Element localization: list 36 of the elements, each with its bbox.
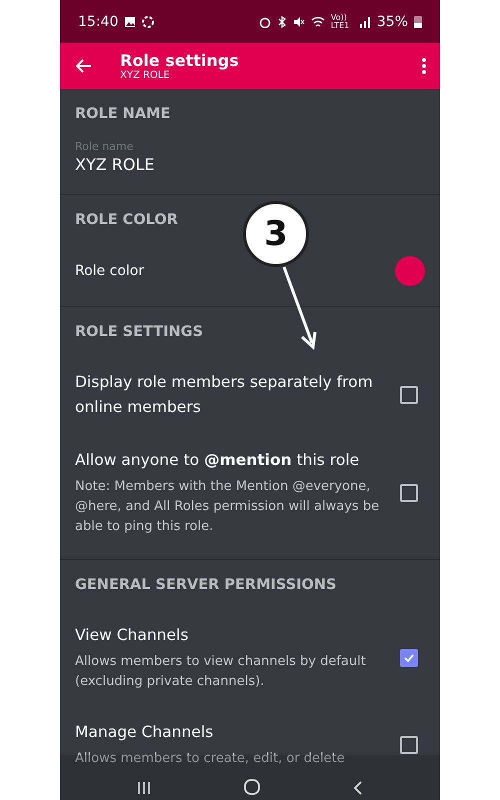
checkbox[interactable] (400, 386, 418, 404)
section-heading: ROLE COLOR (74, 211, 179, 230)
checkbox[interactable] (400, 736, 418, 754)
setting-label: Allow anyone to @mention this role (75, 450, 360, 471)
setting-note: Note: Members with the Mention @everyone, @here, and All Roles permission will always be able to ping this role. (75, 478, 380, 536)
battery-icon (414, 15, 422, 28)
section-heading: GENERAL SERVER PERMISSIONS (74, 576, 338, 595)
setting-note: Allows members to view channels by default (excluding private channels). (75, 653, 367, 691)
image-icon (124, 16, 136, 28)
setting-note: Allows members to create, edit, or delete (75, 750, 346, 768)
checkbox[interactable] (400, 648, 418, 666)
screen-subtitle: XYZ ROLE (120, 70, 171, 81)
setting-label: Display role members separately from online members (75, 372, 374, 418)
wifi-icon (310, 16, 325, 28)
network-label: Vo)) LTE1 (330, 14, 350, 30)
battery-percent: 35% (376, 14, 408, 30)
signal-icon (358, 16, 371, 28)
section-heading: ROLE SETTINGS (74, 323, 204, 342)
checkbox[interactable] (400, 484, 418, 502)
clock-time: 15:40 (78, 14, 118, 30)
mute-icon (292, 16, 305, 28)
bluetooth-icon (276, 16, 287, 28)
step-number-badge: 3 (243, 201, 309, 267)
setting-label: Manage Channels (75, 722, 214, 743)
back-icon[interactable] (353, 781, 364, 795)
recents-icon[interactable] (136, 781, 151, 795)
color-swatch[interactable] (395, 256, 425, 286)
check-icon (403, 652, 415, 664)
role-name-field[interactable]: Role name XYZ ROLE (60, 138, 440, 186)
back-arrow-icon[interactable] (76, 59, 92, 73)
row-label: Role color (75, 262, 146, 280)
more-menu-icon[interactable] (422, 58, 426, 74)
screen-title: Role settings (120, 51, 240, 70)
home-icon[interactable] (244, 779, 260, 795)
section-heading: ROLE NAME (74, 105, 172, 124)
setting-label: View Channels (75, 625, 190, 646)
